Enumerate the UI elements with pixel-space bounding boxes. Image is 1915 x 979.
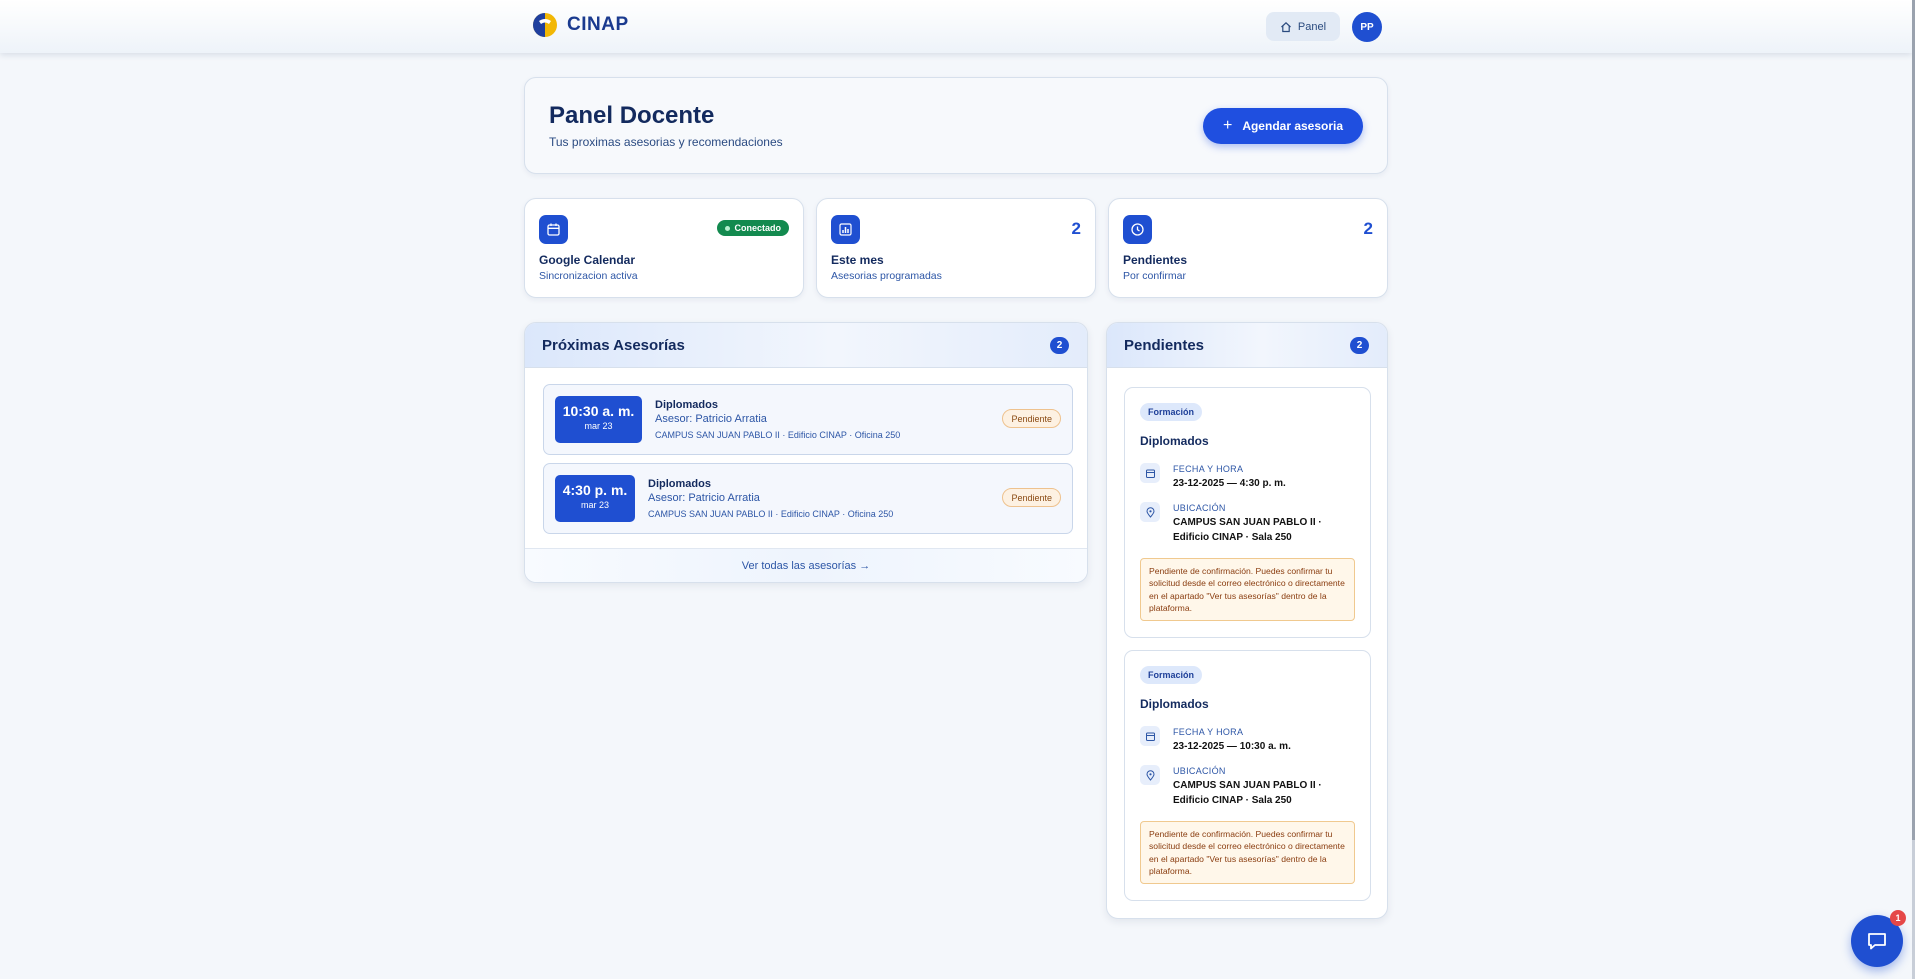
- status-badge: Pendiente: [1002, 409, 1061, 428]
- calendar-icon: [1140, 463, 1160, 483]
- appointment-advisor: Asesor: Patricio Arratia: [655, 413, 767, 425]
- top-bar: CINAP Panel PP: [0, 0, 1912, 53]
- panel-title: Próximas Asesorías: [542, 337, 685, 354]
- category-tag: Formación: [1140, 403, 1203, 421]
- appointment-time: 10:30 a. m.: [562, 403, 635, 419]
- count-badge: 2: [1050, 337, 1069, 354]
- appointment-date: mar 23: [584, 421, 613, 431]
- appointment-date: mar 23: [580, 500, 609, 510]
- appointment-location: CAMPUS SAN JUAN PABLO II · Edificio CINA…: [655, 430, 901, 440]
- plus-icon: +: [1222, 117, 1233, 134]
- location-value: CAMPUS SAN JUAN PABLO II · Edificio CINA…: [1173, 780, 1322, 806]
- confirmation-note: Pendiente de confirmación. Puedes confir…: [1140, 558, 1355, 621]
- chat-notification-badge: 1: [1890, 910, 1906, 926]
- page-subtitle: Tus proximas asesorias y recomendaciones: [549, 135, 783, 149]
- location-pin-icon: [1140, 765, 1160, 785]
- pending-card[interactable]: Formación Diplomados FECHA Y HORA 23-12-…: [1124, 650, 1371, 901]
- panel-header: Próximas Asesorías 2: [525, 323, 1087, 368]
- home-icon: [1281, 21, 1291, 32]
- date-value: 23-12-2025 — 4:30 p. m.: [1173, 478, 1286, 489]
- chat-icon: [1868, 933, 1886, 950]
- stat-subtitle: Asesorias programadas: [831, 270, 942, 282]
- connected-badge: Conectado: [717, 220, 789, 236]
- clock-icon: [1123, 215, 1152, 244]
- schedule-advisory-button[interactable]: + Agendar asesoria: [1203, 108, 1363, 144]
- panel-nav-label: Panel: [1297, 20, 1327, 33]
- appointment-title: Diplomados: [655, 399, 718, 411]
- location-label: UBICACIÓN: [1173, 503, 1226, 513]
- brand-name: CINAP: [567, 14, 629, 35]
- location-pin-icon: [1140, 502, 1160, 522]
- calendar-icon: [539, 215, 568, 244]
- stat-value: 2: [1071, 219, 1081, 238]
- connected-badge-label: Conectado: [734, 223, 781, 233]
- stat-title: Google Calendar: [539, 253, 636, 267]
- page-title: Panel Docente: [549, 102, 715, 129]
- appointment-title: Diplomados: [648, 478, 711, 490]
- cinap-logo-icon: [533, 13, 557, 37]
- category-tag: Formación: [1140, 666, 1203, 684]
- stat-subtitle: Sincronizacion activa: [539, 270, 638, 282]
- pending-panel: Pendientes 2 Formación Diplomados FECHA …: [1106, 322, 1388, 919]
- bar-chart-icon: [831, 215, 860, 244]
- stat-title: Este mes: [831, 253, 884, 267]
- count-badge: 2: [1350, 337, 1369, 354]
- panel-nav-button[interactable]: Panel: [1266, 12, 1340, 41]
- view-all-advisories-link[interactable]: Ver todas las asesorías →: [525, 548, 1087, 582]
- schedule-advisory-label: Agendar asesoria: [1242, 119, 1344, 133]
- appointment-time: 4:30 p. m.: [562, 482, 628, 498]
- location-value: CAMPUS SAN JUAN PABLO II · Edificio CINA…: [1173, 517, 1322, 543]
- stat-title: Pendientes: [1123, 253, 1188, 267]
- stat-card-google-calendar: Conectado Google Calendar Sincronizacion…: [524, 198, 804, 298]
- pending-title: Diplomados: [1140, 434, 1209, 448]
- brand[interactable]: CINAP: [532, 12, 629, 38]
- time-box: 4:30 p. m. mar 23: [555, 475, 635, 522]
- dashboard-header: Panel Docente Tus proximas asesorias y r…: [524, 77, 1388, 174]
- appointment-location: CAMPUS SAN JUAN PABLO II · Edificio CINA…: [648, 509, 894, 519]
- date-value: 23-12-2025 — 10:30 a. m.: [1173, 741, 1291, 752]
- status-dot: [725, 225, 731, 231]
- appointment-item[interactable]: 4:30 p. m. mar 23 Diplomados Asesor: Pat…: [543, 463, 1073, 534]
- pending-card[interactable]: Formación Diplomados FECHA Y HORA 23-12-…: [1124, 387, 1371, 638]
- calendar-icon: [1140, 726, 1160, 746]
- stat-card-this-month: 2 Este mes Asesorias programadas: [816, 198, 1096, 298]
- time-box: 10:30 a. m. mar 23: [555, 396, 642, 443]
- avatar[interactable]: PP: [1352, 12, 1382, 42]
- panel-title: Pendientes: [1124, 337, 1205, 354]
- appointment-item[interactable]: 10:30 a. m. mar 23 Diplomados Asesor: Pa…: [543, 384, 1073, 455]
- location-label: UBICACIÓN: [1173, 766, 1226, 776]
- upcoming-advisories-panel: Próximas Asesorías 2 10:30 a. m. mar 23 …: [524, 322, 1088, 583]
- date-label: FECHA Y HORA: [1173, 727, 1244, 737]
- appointment-advisor: Asesor: Patricio Arratia: [648, 492, 760, 504]
- stat-card-pending: 2 Pendientes Por confirmar: [1108, 198, 1388, 298]
- status-badge: Pendiente: [1002, 488, 1061, 507]
- panel-header: Pendientes 2: [1107, 323, 1387, 368]
- date-label: FECHA Y HORA: [1173, 464, 1244, 474]
- confirmation-note: Pendiente de confirmación. Puedes confir…: [1140, 821, 1355, 884]
- stat-value: 2: [1363, 219, 1373, 238]
- stat-subtitle: Por confirmar: [1123, 270, 1187, 282]
- pending-title: Diplomados: [1140, 697, 1209, 711]
